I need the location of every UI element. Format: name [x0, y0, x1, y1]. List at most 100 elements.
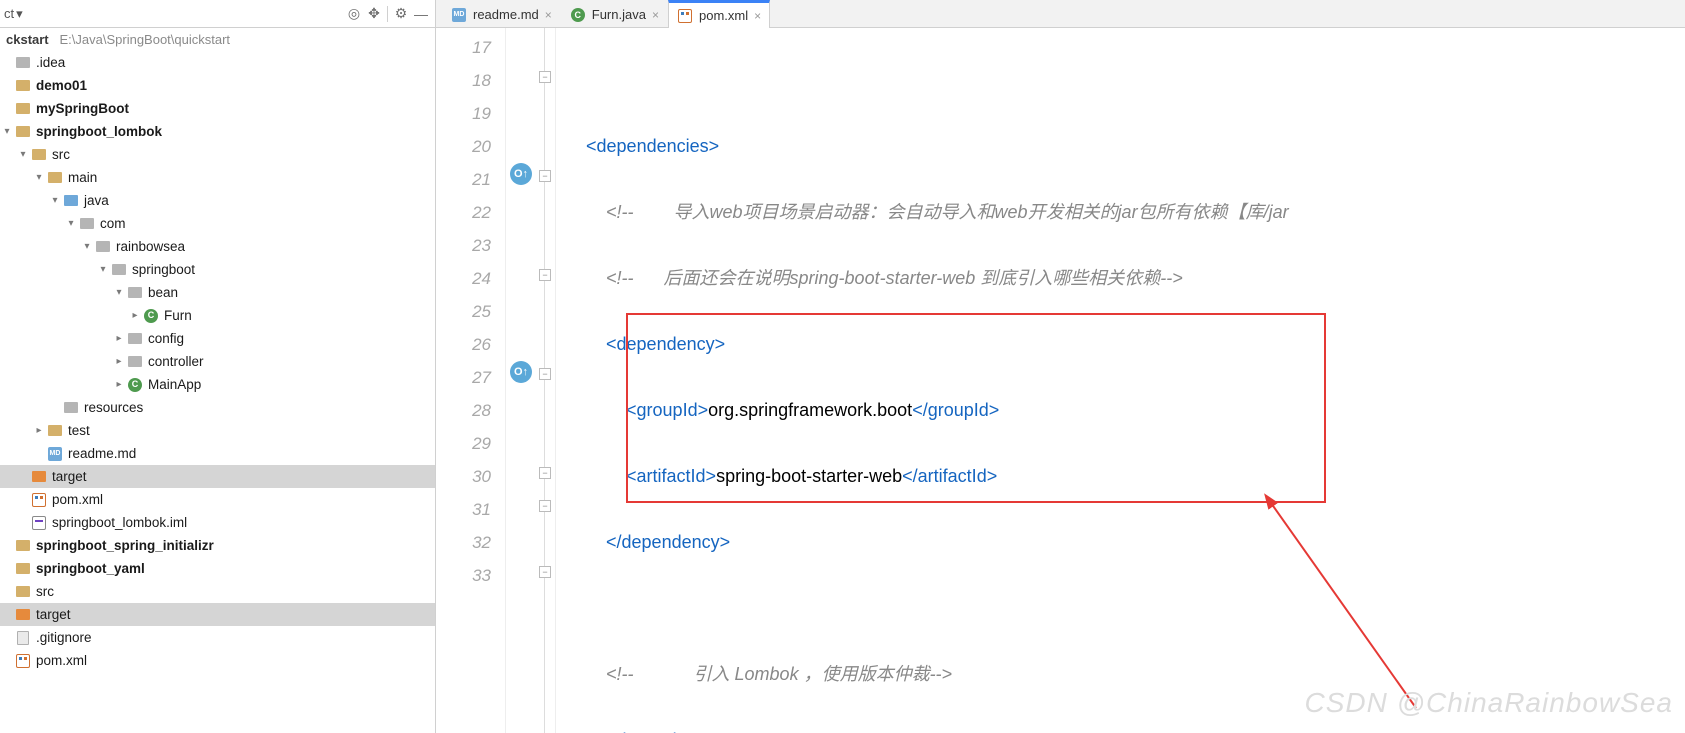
- tree-arrow-icon[interactable]: ▸: [112, 373, 126, 396]
- tree-item-demo01[interactable]: demo01: [0, 74, 435, 97]
- project-location: [52, 32, 59, 47]
- tree-item-java[interactable]: ▾java: [0, 189, 435, 212]
- tree-item-myspringboot[interactable]: mySpringBoot: [0, 97, 435, 120]
- folder-icon: [14, 560, 32, 578]
- project-sidebar: ct ▾ ◎ ✥ ⚙ — ckstart E:\Java\SpringBoot\…: [0, 0, 436, 733]
- tree-item-springboot[interactable]: ▾springboot: [0, 258, 435, 281]
- tree-item-label: src: [52, 143, 70, 166]
- tree-arrow-icon[interactable]: ▸: [112, 350, 126, 373]
- tree-arrow-icon[interactable]: ▸: [128, 304, 142, 327]
- chevron-down-icon: ▾: [16, 6, 23, 22]
- tree-item-springboot-lombok-iml[interactable]: springboot_lombok.iml: [0, 511, 435, 534]
- md-icon: MD: [451, 7, 467, 23]
- fold-toggle[interactable]: −: [539, 269, 551, 281]
- tree-item-furn[interactable]: ▸CFurn: [0, 304, 435, 327]
- project-combo[interactable]: ct ▾: [4, 6, 23, 22]
- tree-item-test[interactable]: ▸ test: [0, 419, 435, 442]
- fold-toggle[interactable]: −: [539, 170, 551, 182]
- project-tree[interactable]: .ideademo01mySpringBoot▾springboot_lombo…: [0, 51, 435, 733]
- tree-arrow-icon[interactable]: ▾: [64, 212, 78, 235]
- tree-item-readme-md[interactable]: MDreadme.md: [0, 442, 435, 465]
- tree-item-label: src: [36, 580, 54, 603]
- tree-arrow-icon[interactable]: ▾: [0, 120, 14, 143]
- tree-item-rainbowsea[interactable]: ▾rainbowsea: [0, 235, 435, 258]
- tree-item-label: resources: [84, 396, 143, 419]
- close-icon[interactable]: ×: [754, 9, 761, 23]
- tree-arrow-icon[interactable]: ▾: [16, 143, 30, 166]
- code-content[interactable]: <dependencies> <!-- 导入web项目场景启动器：会自动导入和w…: [556, 28, 1685, 733]
- locate-icon[interactable]: ◎: [344, 4, 364, 24]
- tree-item-controller[interactable]: ▸controller: [0, 350, 435, 373]
- close-icon[interactable]: ×: [545, 8, 552, 22]
- gear-icon[interactable]: ⚙: [391, 4, 411, 24]
- tree-item-label: demo01: [36, 74, 87, 97]
- tree-arrow-icon[interactable]: ▾: [96, 258, 110, 281]
- tab-label: pom.xml: [699, 8, 748, 23]
- xml-comment: <!-- 引入 Lombok ，使用版本仲裁-->: [606, 664, 952, 684]
- tree-item-label: readme.md: [68, 442, 136, 465]
- sidebar-toolbar: ct ▾ ◎ ✥ ⚙ —: [0, 0, 435, 28]
- file-icon: [14, 629, 32, 647]
- tree-item-target[interactable]: target: [0, 603, 435, 626]
- tree-item-pom-xml[interactable]: pom.xml: [0, 649, 435, 672]
- folder-gray-icon: [14, 54, 32, 72]
- run-gutter-icon[interactable]: O↑: [510, 361, 532, 383]
- fold-toggle[interactable]: −: [539, 368, 551, 380]
- tab-pom-xml[interactable]: pom.xml ×: [668, 0, 770, 28]
- expand-icon[interactable]: ✥: [364, 4, 384, 24]
- tree-item--gitignore[interactable]: .gitignore: [0, 626, 435, 649]
- tree-item-label: mySpringBoot: [36, 97, 129, 120]
- tree-item-bean[interactable]: ▾bean: [0, 281, 435, 304]
- tree-arrow-icon[interactable]: ▾: [112, 281, 126, 304]
- fold-toggle[interactable]: −: [539, 500, 551, 512]
- tab-readme-md[interactable]: MDreadme.md×: [442, 1, 561, 27]
- folder-gray-icon: [126, 353, 144, 371]
- tree-item-label: target: [36, 603, 71, 626]
- folder-icon: [14, 583, 32, 601]
- folder-icon: [30, 146, 48, 164]
- tree-item-main[interactable]: ▾ main: [0, 166, 435, 189]
- tree-item-springboot-lombok[interactable]: ▾springboot_lombok: [0, 120, 435, 143]
- project-path: ckstart E:\Java\SpringBoot\quickstart: [0, 28, 435, 51]
- folder-icon: [14, 123, 32, 141]
- close-icon[interactable]: ×: [652, 8, 659, 22]
- tree-item-label: com: [100, 212, 126, 235]
- tree-item-mainapp[interactable]: ▸CMainApp: [0, 373, 435, 396]
- folder-gray-icon: [126, 284, 144, 302]
- fold-toggle[interactable]: −: [539, 71, 551, 83]
- tab-label: Furn.java: [592, 7, 646, 22]
- fold-toggle[interactable]: −: [539, 566, 551, 578]
- code-editor[interactable]: 1718192021222324252627282930313233 O↑ O↑…: [436, 28, 1685, 733]
- tree-item-src[interactable]: ▾ src: [0, 143, 435, 166]
- run-gutter-icon[interactable]: O↑: [510, 163, 532, 185]
- line-number: 30: [436, 460, 491, 493]
- tree-item-config[interactable]: ▸ config: [0, 327, 435, 350]
- tab-furn-java[interactable]: CFurn.java×: [561, 1, 668, 27]
- tree-arrow-icon[interactable]: ▾: [48, 189, 62, 212]
- tree-item-target[interactable]: target: [0, 465, 435, 488]
- tree-item-src[interactable]: src: [0, 580, 435, 603]
- tree-arrow-icon[interactable]: ▾: [32, 166, 46, 189]
- tree-arrow-icon[interactable]: ▸: [112, 327, 126, 350]
- tree-item-resources[interactable]: resources: [0, 396, 435, 419]
- tree-item-label: test: [68, 419, 90, 442]
- folder-icon: [14, 537, 32, 555]
- fold-toggle[interactable]: −: [539, 467, 551, 479]
- tree-item-label: main: [68, 166, 97, 189]
- tree-item-label: config: [148, 327, 184, 350]
- tree-item-com[interactable]: ▾ com: [0, 212, 435, 235]
- tree-item-pom-xml[interactable]: pom.xml: [0, 488, 435, 511]
- tree-item-label: springboot_spring_initializr: [36, 534, 214, 557]
- tree-item--idea[interactable]: .idea: [0, 51, 435, 74]
- line-number: 22: [436, 196, 491, 229]
- collapse-icon[interactable]: —: [411, 4, 431, 24]
- tree-arrow-icon[interactable]: ▸: [32, 419, 46, 442]
- line-number-gutter: 1718192021222324252627282930313233: [436, 28, 506, 733]
- tree-item-springboot-spring-initializr[interactable]: springboot_spring_initializr: [0, 534, 435, 557]
- java-icon: C: [126, 376, 144, 394]
- xml-tag: <groupId>: [626, 400, 708, 420]
- xml-tag: <dependency>: [606, 334, 725, 354]
- tree-item-springboot-yaml[interactable]: springboot_yaml: [0, 557, 435, 580]
- tree-arrow-icon[interactable]: ▾: [80, 235, 94, 258]
- project-name: ckstart: [6, 32, 49, 47]
